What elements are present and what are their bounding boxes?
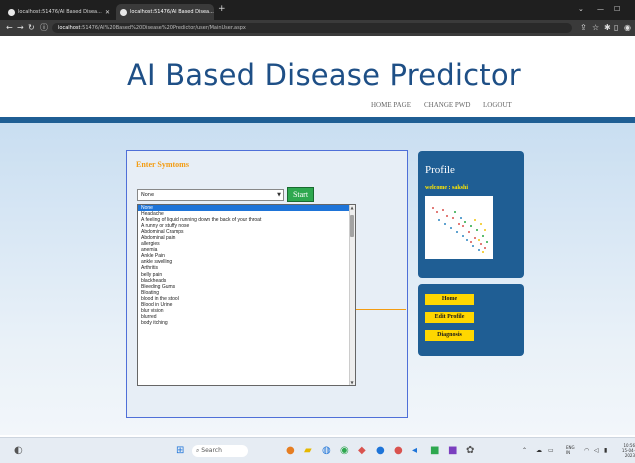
app-icon[interactable]: ● — [394, 445, 403, 457]
info-icon[interactable]: ⓘ — [40, 23, 48, 33]
browser-tab-title: localhost:51476/AI Based Disea... — [18, 9, 102, 15]
wifi-icon[interactable]: ◠ — [584, 447, 589, 454]
browser-tab-2[interactable]: localhost:51476/AI Based Disea... ✕ — [116, 4, 214, 20]
taskbar-search[interactable]: ⌕ Search — [192, 445, 248, 457]
url-field[interactable]: localhost:51476/AI%20Based%20Disease%20P… — [52, 23, 572, 33]
browser-address-bar: ← → ↻ ⓘ localhost:51476/AI%20Based%20Dis… — [0, 20, 635, 36]
chevron-up-icon[interactable]: ⌃ — [522, 447, 527, 454]
edit-profile-button[interactable]: Edit Profile — [425, 312, 474, 323]
site-title: AI Based Disease Predictor — [127, 58, 521, 92]
visual-studio-icon[interactable]: ■ — [448, 445, 457, 457]
speaker-icon[interactable]: ◁ — [594, 447, 599, 454]
battery-icon[interactable]: ▮ — [604, 447, 607, 454]
globe-icon — [8, 8, 15, 16]
language-indicator[interactable]: ENG IN — [566, 445, 575, 455]
symptom-option[interactable]: body itching — [138, 320, 355, 326]
vscode-icon[interactable]: ◂ — [412, 445, 417, 457]
divider-line — [356, 309, 406, 310]
dropdown-scrollbar[interactable]: ▲ ▼ — [349, 205, 355, 385]
nav-home-page[interactable]: HOME PAGE — [371, 101, 411, 109]
scroll-up-icon[interactable]: ▲ — [349, 205, 355, 210]
app-icon[interactable]: ● — [286, 445, 295, 457]
app-icon[interactable]: ✿ — [466, 445, 474, 457]
file-explorer-icon[interactable]: ▰ — [304, 445, 312, 457]
star-icon[interactable]: ☆ — [592, 23, 599, 33]
edge-icon[interactable]: ◍ — [322, 445, 331, 457]
clock-date: 15-04-2023 — [621, 448, 635, 458]
chevron-down-icon: ▼ — [277, 192, 281, 198]
chevron-down-icon[interactable]: ⌄ — [578, 5, 584, 13]
start-button[interactable]: Start — [287, 187, 314, 202]
share-icon[interactable]: ⇪ — [580, 23, 587, 33]
reload-icon[interactable]: ↻ — [28, 23, 35, 33]
app-icon[interactable]: ◆ — [358, 445, 366, 457]
taskbar-clock[interactable]: 10:56 15-04-2023 — [617, 443, 635, 458]
browser-tab-strip: localhost:51476/AI Based Disea... ✕ loca… — [0, 0, 635, 20]
close-tab-icon[interactable]: ✕ — [105, 9, 110, 16]
cloud-icon[interactable]: ☁ — [536, 447, 542, 454]
sidebar-icon[interactable]: ▯ — [614, 23, 618, 33]
symptom-select[interactable]: None ▼ — [137, 189, 284, 201]
maximize-icon[interactable]: ☐ — [614, 5, 620, 13]
profile-image — [425, 196, 493, 259]
weather-icon[interactable]: ◐ — [14, 445, 23, 457]
chrome-icon[interactable]: ◉ — [340, 445, 349, 457]
extensions-icon[interactable]: ✱ — [604, 23, 611, 33]
windows-start-icon[interactable]: ⊞ — [176, 445, 184, 457]
url-host: localhost — [58, 25, 81, 31]
home-button[interactable]: Home — [425, 294, 474, 305]
profile-avatar-icon[interactable]: ◉ — [624, 23, 631, 33]
symptom-heading: Enter Symtoms — [136, 160, 189, 169]
globe-icon — [120, 8, 127, 16]
back-arrow-icon[interactable]: ← — [6, 23, 13, 33]
nav-change-pwd[interactable]: CHANGE PWD — [424, 101, 470, 109]
scatter-graphic — [432, 207, 488, 253]
profile-title: Profile — [425, 164, 455, 176]
app-icon[interactable]: ● — [376, 445, 385, 457]
symptom-dropdown-list[interactable]: None Headache A feeling of liquid running … — [137, 204, 356, 386]
taskbar-search-label: Search — [201, 447, 222, 454]
minimize-icon[interactable]: — — [597, 5, 604, 13]
diagnosis-button[interactable]: Diagnosis — [425, 330, 474, 341]
network-icon[interactable]: ▭ — [548, 447, 554, 454]
browser-tab-title: localhost:51476/AI Based Disea... — [130, 9, 214, 15]
browser-tab-1[interactable]: localhost:51476/AI Based Disea... ✕ — [4, 4, 114, 20]
app-icon[interactable]: ■ — [430, 445, 439, 457]
welcome-text: welcome : sakshi — [425, 185, 468, 191]
scroll-down-icon[interactable]: ▼ — [349, 380, 355, 385]
nav-logout[interactable]: LOGOUT — [483, 101, 512, 109]
symptom-select-value: None — [141, 192, 155, 198]
scrollbar-thumb[interactable] — [350, 215, 354, 237]
forward-arrow-icon[interactable]: → — [17, 23, 24, 33]
url-path: :51476/AI%20Based%20Disease%20Predictor/… — [80, 25, 246, 31]
taskbar: ◐ ⊞ ⌕ Search ● ▰ ◍ ◉ ◆ ● ● ◂ ■ ■ ✿ ⌃ ☁ ▭… — [0, 437, 635, 463]
region-code: IN — [566, 450, 571, 455]
new-tab-icon[interactable]: + — [218, 4, 226, 14]
